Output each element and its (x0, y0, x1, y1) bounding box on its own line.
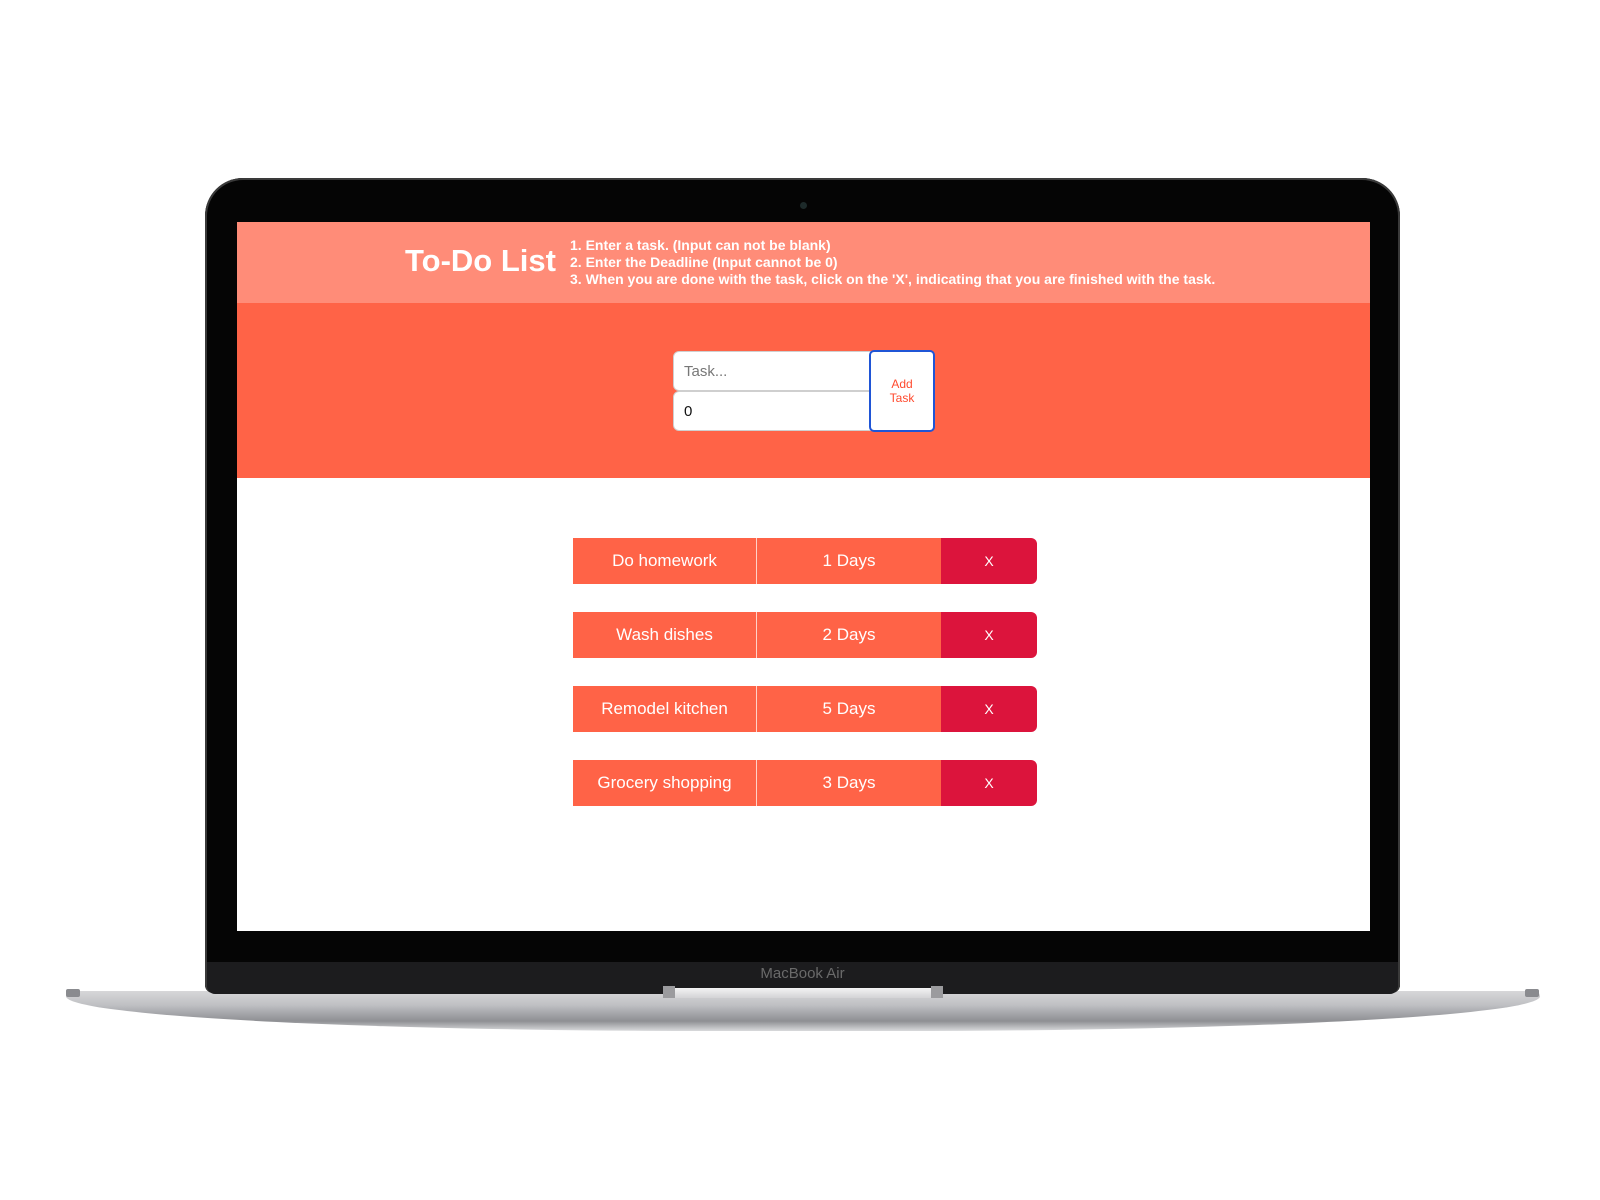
task-row: Wash dishes 2 Days X (573, 612, 1037, 658)
task-row: Do homework 1 Days X (573, 538, 1037, 584)
webcam-icon (800, 202, 807, 209)
task-list: Do homework 1 Days X Wash dishes 2 Days … (573, 538, 1037, 834)
delete-task-button[interactable]: X (941, 686, 1037, 732)
task-deadline: 1 Days (757, 538, 941, 584)
delete-task-button[interactable]: X (941, 760, 1037, 806)
instruction-line: 2. Enter the Deadline (Input cannot be 0… (570, 254, 838, 270)
laptop-mockup: MacBook Air To-Do List 1. Enter a task. … (0, 0, 1600, 1200)
instruction-line: 3. When you are done with the task, clic… (570, 271, 1216, 287)
task-input[interactable] (673, 351, 873, 391)
laptop-brand-label: MacBook Air (760, 965, 845, 982)
laptop-foot-left (66, 989, 80, 997)
task-name: Grocery shopping (573, 760, 757, 806)
app-header: To-Do List 1. Enter a task. (Input can n… (237, 222, 1370, 303)
laptop-opening-notch (663, 988, 943, 998)
task-deadline: 2 Days (757, 612, 941, 658)
task-deadline: 5 Days (757, 686, 941, 732)
app-screen: To-Do List 1. Enter a task. (Input can n… (237, 222, 1370, 931)
task-deadline: 3 Days (757, 760, 941, 806)
task-name: Do homework (573, 538, 757, 584)
add-task-button[interactable]: Add Task (869, 350, 935, 432)
task-row: Remodel kitchen 5 Days X (573, 686, 1037, 732)
laptop-hinge-right (931, 986, 943, 998)
task-row: Grocery shopping 3 Days X (573, 760, 1037, 806)
task-name: Wash dishes (573, 612, 757, 658)
delete-task-button[interactable]: X (941, 538, 1037, 584)
laptop-foot-right (1525, 989, 1539, 997)
page-title: To-Do List (405, 243, 556, 278)
delete-task-button[interactable]: X (941, 612, 1037, 658)
laptop-hinge-left (663, 986, 675, 998)
deadline-input[interactable] (673, 391, 873, 431)
instructions: 1. Enter a task. (Input can not be blank… (570, 237, 1215, 288)
instruction-line: 1. Enter a task. (Input can not be blank… (570, 237, 831, 253)
task-name: Remodel kitchen (573, 686, 757, 732)
